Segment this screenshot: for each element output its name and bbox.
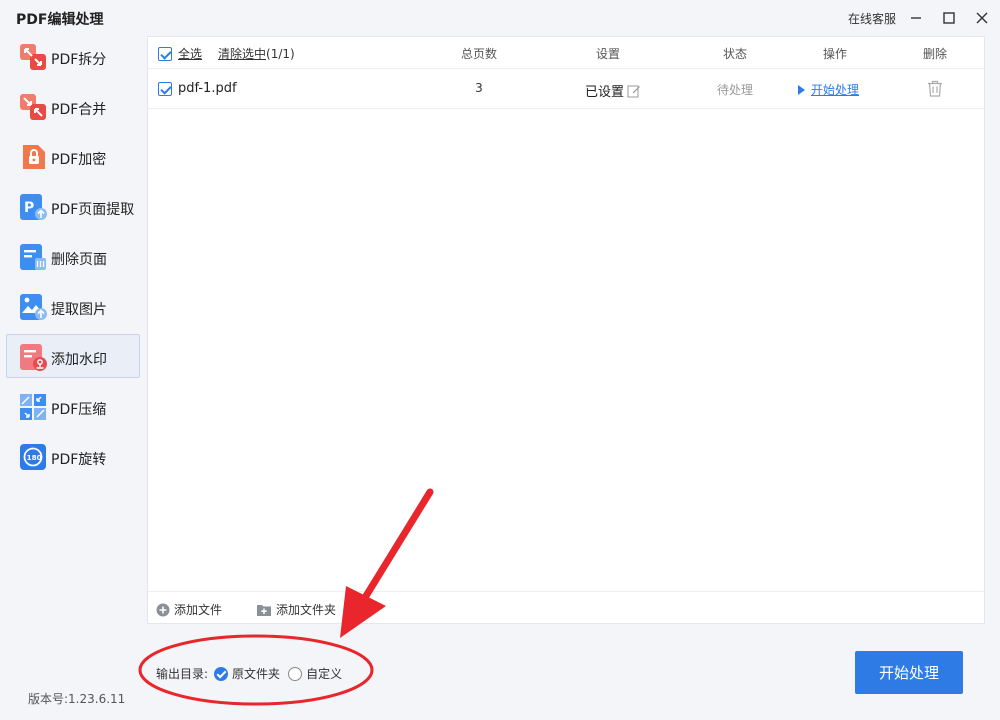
minimize-button[interactable] bbox=[904, 6, 928, 30]
maximize-icon bbox=[943, 12, 955, 24]
svg-text:P: P bbox=[24, 200, 34, 216]
header-pages: 总页数 bbox=[460, 47, 498, 61]
setting-status: 已设置 bbox=[585, 85, 625, 100]
sidebar-item-label: 添加水印 bbox=[51, 352, 107, 368]
sidebar-item-label: 提取图片 bbox=[51, 302, 107, 318]
delete-page-icon bbox=[20, 244, 46, 270]
sidebar-item-watermark[interactable]: 添加水印 bbox=[6, 334, 140, 378]
watermark-icon bbox=[20, 344, 47, 371]
sidebar-item-label: PDF合并 bbox=[51, 102, 107, 118]
sidebar-item-rotate[interactable]: 180 PDF旋转 bbox=[6, 434, 140, 478]
add-circle-icon bbox=[156, 603, 170, 616]
svg-text:180: 180 bbox=[27, 453, 42, 462]
row-status: 待处理 bbox=[716, 83, 754, 97]
close-icon bbox=[976, 12, 988, 24]
clear-selection-label[interactable]: 清除选中 bbox=[218, 47, 266, 61]
table-header: 全选 清除选中(1/1) 总页数 设置 状态 操作 删除 bbox=[148, 37, 984, 69]
add-folder-label[interactable]: 添加文件夹 bbox=[276, 601, 336, 618]
select-all-label[interactable]: 全选 bbox=[178, 45, 202, 62]
title-bar: PDF编辑处理 在线客服 bbox=[0, 0, 1000, 36]
option-custom[interactable]: 自定义 bbox=[306, 665, 342, 682]
sidebar-item-page-extract[interactable]: P PDF页面提取 bbox=[6, 184, 140, 228]
image-extract-icon bbox=[20, 294, 47, 320]
sidebar-item-label: PDF页面提取 bbox=[51, 202, 135, 218]
output-directory: 输出目录: 原文件夹 自定义 bbox=[156, 665, 342, 682]
start-process-label[interactable]: 开始处理 bbox=[811, 81, 859, 98]
header-status: 状态 bbox=[722, 47, 748, 61]
start-process-button[interactable]: 开始处理 bbox=[855, 651, 963, 694]
selection-count: (1/1) bbox=[266, 47, 295, 61]
add-folder-icon bbox=[257, 604, 271, 616]
sidebar-item-label: PDF旋转 bbox=[51, 452, 107, 468]
select-all[interactable]: 全选 bbox=[158, 45, 202, 62]
sidebar-item-image-extract[interactable]: 提取图片 bbox=[6, 284, 140, 328]
rotate-icon: 180 bbox=[20, 444, 46, 470]
split-icon bbox=[20, 44, 46, 70]
clear-selection[interactable]: 清除选中(1/1) bbox=[218, 45, 295, 62]
compress-icon bbox=[20, 394, 46, 420]
sidebar-item-label: PDF拆分 bbox=[51, 52, 107, 68]
panel-footer: 添加文件 添加文件夹 bbox=[148, 591, 984, 623]
maximize-button[interactable] bbox=[937, 6, 961, 30]
radio-custom[interactable] bbox=[288, 666, 303, 681]
sidebar-item-label: 删除页面 bbox=[51, 252, 107, 268]
add-file-button[interactable]: 添加文件 bbox=[156, 601, 222, 618]
radio-original-folder[interactable] bbox=[214, 666, 229, 681]
sidebar: PDF拆分 PDF合并 PDF加密 P PDF页面提取 删除页面 提取图片 添加… bbox=[6, 34, 140, 484]
app-title: PDF编辑处理 bbox=[16, 12, 104, 28]
add-folder-button[interactable]: 添加文件夹 bbox=[256, 601, 336, 618]
delete-row-button[interactable] bbox=[927, 80, 943, 101]
sidebar-item-merge[interactable]: PDF合并 bbox=[6, 84, 140, 128]
merge-icon bbox=[20, 94, 46, 120]
setting-cell[interactable]: 已设置 bbox=[585, 81, 641, 100]
header-action: 操作 bbox=[822, 47, 848, 61]
minimize-icon bbox=[911, 17, 921, 19]
edit-icon[interactable] bbox=[627, 84, 641, 98]
page-count: 3 bbox=[475, 81, 483, 95]
version-label: 版本号:1.23.6.11 bbox=[28, 692, 126, 706]
row-checkbox[interactable] bbox=[158, 82, 172, 96]
lock-icon bbox=[23, 145, 45, 169]
header-settings: 设置 bbox=[595, 47, 621, 61]
output-label: 输出目录: bbox=[156, 667, 209, 681]
sidebar-item-split[interactable]: PDF拆分 bbox=[6, 34, 140, 78]
file-name: pdf-1.pdf bbox=[178, 81, 237, 96]
table-row: pdf-1.pdf 3 已设置 待处理 开始处理 bbox=[148, 69, 984, 109]
sidebar-item-encrypt[interactable]: PDF加密 bbox=[6, 134, 140, 178]
select-all-checkbox[interactable] bbox=[158, 46, 172, 61]
trash-icon bbox=[928, 80, 942, 97]
header-delete: 删除 bbox=[922, 47, 948, 61]
page-extract-icon: P bbox=[20, 194, 47, 220]
add-file-label[interactable]: 添加文件 bbox=[174, 601, 222, 618]
play-icon bbox=[798, 84, 805, 95]
sidebar-item-label: PDF压缩 bbox=[51, 402, 107, 418]
sidebar-item-delete-page[interactable]: 删除页面 bbox=[6, 234, 140, 278]
start-process-link[interactable]: 开始处理 bbox=[798, 81, 859, 98]
online-support-link[interactable]: 在线客服 bbox=[848, 10, 896, 27]
sidebar-item-compress[interactable]: PDF压缩 bbox=[6, 384, 140, 428]
sidebar-item-label: PDF加密 bbox=[51, 152, 107, 168]
option-original-folder[interactable]: 原文件夹 bbox=[232, 665, 280, 682]
file-list-panel: 全选 清除选中(1/1) 总页数 设置 状态 操作 删除 pdf-1.pdf 3… bbox=[147, 36, 985, 624]
close-button[interactable] bbox=[970, 6, 994, 30]
